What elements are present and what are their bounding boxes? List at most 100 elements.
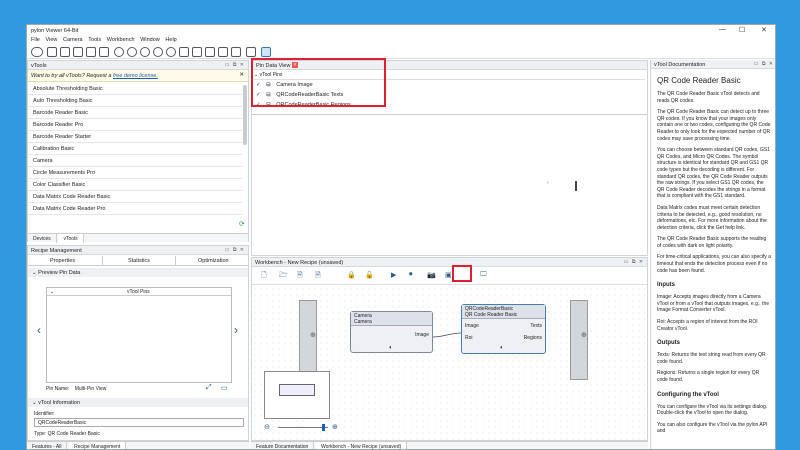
close-banner-icon[interactable]: ✕ xyxy=(239,72,244,78)
menu-view[interactable]: View xyxy=(46,37,58,43)
zoom-out-icon[interactable] xyxy=(127,47,137,57)
unlock-icon[interactable]: 🔓 xyxy=(365,271,374,279)
tab-statistics[interactable]: Statistics xyxy=(128,258,150,264)
menu-help[interactable]: Help xyxy=(165,37,176,43)
menu-tools[interactable]: Tools xyxy=(88,37,101,43)
overlay-icon[interactable] xyxy=(231,47,241,57)
preview-section-header[interactable]: ⌄ Preview Pin Data xyxy=(28,268,248,277)
minimize-button[interactable]: — xyxy=(719,26,726,33)
workbench-icon[interactable] xyxy=(261,47,271,57)
tab-devices[interactable]: Devices xyxy=(28,234,57,243)
list-item[interactable]: Circle Measurements Pro xyxy=(28,167,242,179)
list-scrollbar[interactable] xyxy=(243,85,247,145)
menu-workbench[interactable]: Workbench xyxy=(107,37,135,43)
chevron-right-icon[interactable]: › xyxy=(234,323,238,337)
histogram-icon[interactable] xyxy=(218,47,228,57)
grid-icon[interactable] xyxy=(205,47,215,57)
crosshair-icon[interactable] xyxy=(192,47,202,57)
demo-license-link[interactable]: free demo license. xyxy=(113,73,158,79)
toggle-icon[interactable]: ◐ xyxy=(500,345,504,351)
splitter-handle[interactable] xyxy=(575,181,577,191)
record-icon[interactable] xyxy=(73,47,83,57)
save-icon[interactable]: 🗎 xyxy=(297,271,303,282)
qr-reader-node[interactable]: QRCodeReaderBasic QR Code Reader Basic Im… xyxy=(461,304,546,354)
monitor-icon[interactable]: ▭ xyxy=(221,384,228,392)
lock-icon[interactable]: 🔒 xyxy=(347,271,356,279)
zoom-out-icon[interactable]: ⊖ xyxy=(264,423,270,431)
panel-controls[interactable]: ▭ ⧉ ✕ xyxy=(624,259,644,265)
play-icon[interactable]: ▶ xyxy=(391,271,396,279)
tab-optimization[interactable]: Optimization xyxy=(198,258,229,264)
refresh-icon[interactable]: ⟳ xyxy=(239,220,245,228)
list-item[interactable]: Barcode Reader Starter xyxy=(28,131,242,143)
monitor-icon[interactable]: 🖵 xyxy=(480,271,487,279)
add-input-icon[interactable]: ⊕ xyxy=(310,331,316,339)
toggle-icon[interactable]: ◐ xyxy=(389,345,393,351)
new-recipe-icon[interactable]: 🗋 xyxy=(261,271,267,282)
list-item[interactable]: Absolute Thresholding Basic xyxy=(28,83,242,95)
record-icon[interactable]: ⏺ xyxy=(409,271,413,279)
close-window-button[interactable]: ✕ xyxy=(761,26,767,34)
input-bar[interactable] xyxy=(299,300,317,380)
zoom-slider-handle[interactable] xyxy=(322,424,325,431)
port-roi-in[interactable]: Roi xyxy=(465,335,473,341)
image-icon[interactable] xyxy=(246,47,256,57)
zoom-in-icon[interactable] xyxy=(114,47,124,57)
output-bar[interactable] xyxy=(570,300,588,380)
panel-controls[interactable]: ▭ ⧉ ✕ xyxy=(225,247,245,253)
list-item[interactable]: Data Matrix Code Reader Pro xyxy=(28,203,242,215)
panel-controls[interactable]: ▭ ⧉ ✕ xyxy=(225,62,245,68)
open-recipe-icon[interactable]: 🗁 xyxy=(279,271,288,282)
continuous-shot-icon[interactable] xyxy=(60,47,70,57)
list-item[interactable]: Color Classifier Basic xyxy=(28,179,242,191)
zoom-100-icon[interactable] xyxy=(153,47,163,57)
list-item[interactable]: Data Matrix Code Reader Basic xyxy=(28,191,242,203)
zoom-slider-track[interactable] xyxy=(278,427,328,428)
port-texts-out[interactable]: Texts xyxy=(530,323,542,329)
expand-icon[interactable]: ⤢ xyxy=(206,384,212,392)
tab-recipe-management[interactable]: Recipe Management xyxy=(69,442,127,449)
tab-vtools[interactable]: vTools xyxy=(58,234,84,243)
save-as-icon[interactable]: 🗎 xyxy=(315,271,321,282)
video-icon[interactable]: ▣ xyxy=(445,271,452,279)
menu-bar: File View Camera Tools Workbench Window … xyxy=(27,37,775,45)
tab-feature-documentation[interactable]: Feature Documentation xyxy=(251,442,315,449)
port-image-out[interactable]: Image xyxy=(415,332,429,338)
menu-file[interactable]: File xyxy=(31,37,40,43)
menu-window[interactable]: Window xyxy=(140,37,160,43)
camera-icon[interactable]: 📷 xyxy=(427,271,436,279)
stop-icon[interactable] xyxy=(99,47,109,57)
list-item[interactable]: Barcode Reader Basic xyxy=(28,107,242,119)
panel-controls[interactable]: ▭ ⧉ ✕ xyxy=(754,61,774,67)
maximize-button[interactable]: ☐ xyxy=(739,26,745,34)
single-shot-icon[interactable] xyxy=(47,47,57,57)
port-image-in[interactable]: Image xyxy=(465,323,479,329)
doc-paragraph: You can choose between standard QR codes… xyxy=(657,147,770,200)
tab-features-all[interactable]: Features - All xyxy=(27,442,68,449)
tab-workbench[interactable]: Workbench - New Recipe (unsaved) xyxy=(315,442,408,449)
zoom-fit-icon[interactable] xyxy=(140,47,150,57)
list-item[interactable]: Camera xyxy=(28,155,242,167)
menu-camera[interactable]: Camera xyxy=(63,37,83,43)
toggle-icon[interactable] xyxy=(31,47,43,57)
list-item[interactable]: Auto Thresholding Basic xyxy=(28,95,242,107)
info-section-header[interactable]: ⌄ vTool Information xyxy=(28,398,248,407)
minimap[interactable] xyxy=(264,371,330,419)
port-regions-out[interactable]: Regions xyxy=(524,335,542,341)
list-item[interactable]: Calibration Basic xyxy=(28,143,242,155)
zoom-in-icon[interactable]: ⊕ xyxy=(332,423,338,431)
minimap-viewport[interactable] xyxy=(279,384,315,396)
chevron-left-icon[interactable]: ‹ xyxy=(37,323,41,337)
add-output-icon[interactable]: ⊕ xyxy=(581,331,587,339)
tab-properties[interactable]: Properties xyxy=(50,258,75,264)
identifier-field[interactable]: QRCodeReaderBasic xyxy=(34,418,244,427)
workbench-canvas[interactable]: ⊕ Camera Camera Image ◐ QRCodeReaderBasic… xyxy=(252,286,647,440)
fit-screen-icon[interactable] xyxy=(179,47,189,57)
collapse-arrow-icon[interactable]: ‹ xyxy=(547,180,549,186)
camera-node[interactable]: Camera Camera Image ◐ xyxy=(350,311,433,353)
camera-icon[interactable] xyxy=(86,47,96,57)
list-item[interactable]: Barcode Reader Pro xyxy=(28,119,242,131)
zoom-window-icon[interactable] xyxy=(166,47,176,57)
pin-dropdown[interactable]: ⌄ vTool Pins xyxy=(47,288,231,296)
recipe-management-panel: Recipe Management ▭ ⧉ ✕ Properties Stati… xyxy=(27,245,249,441)
